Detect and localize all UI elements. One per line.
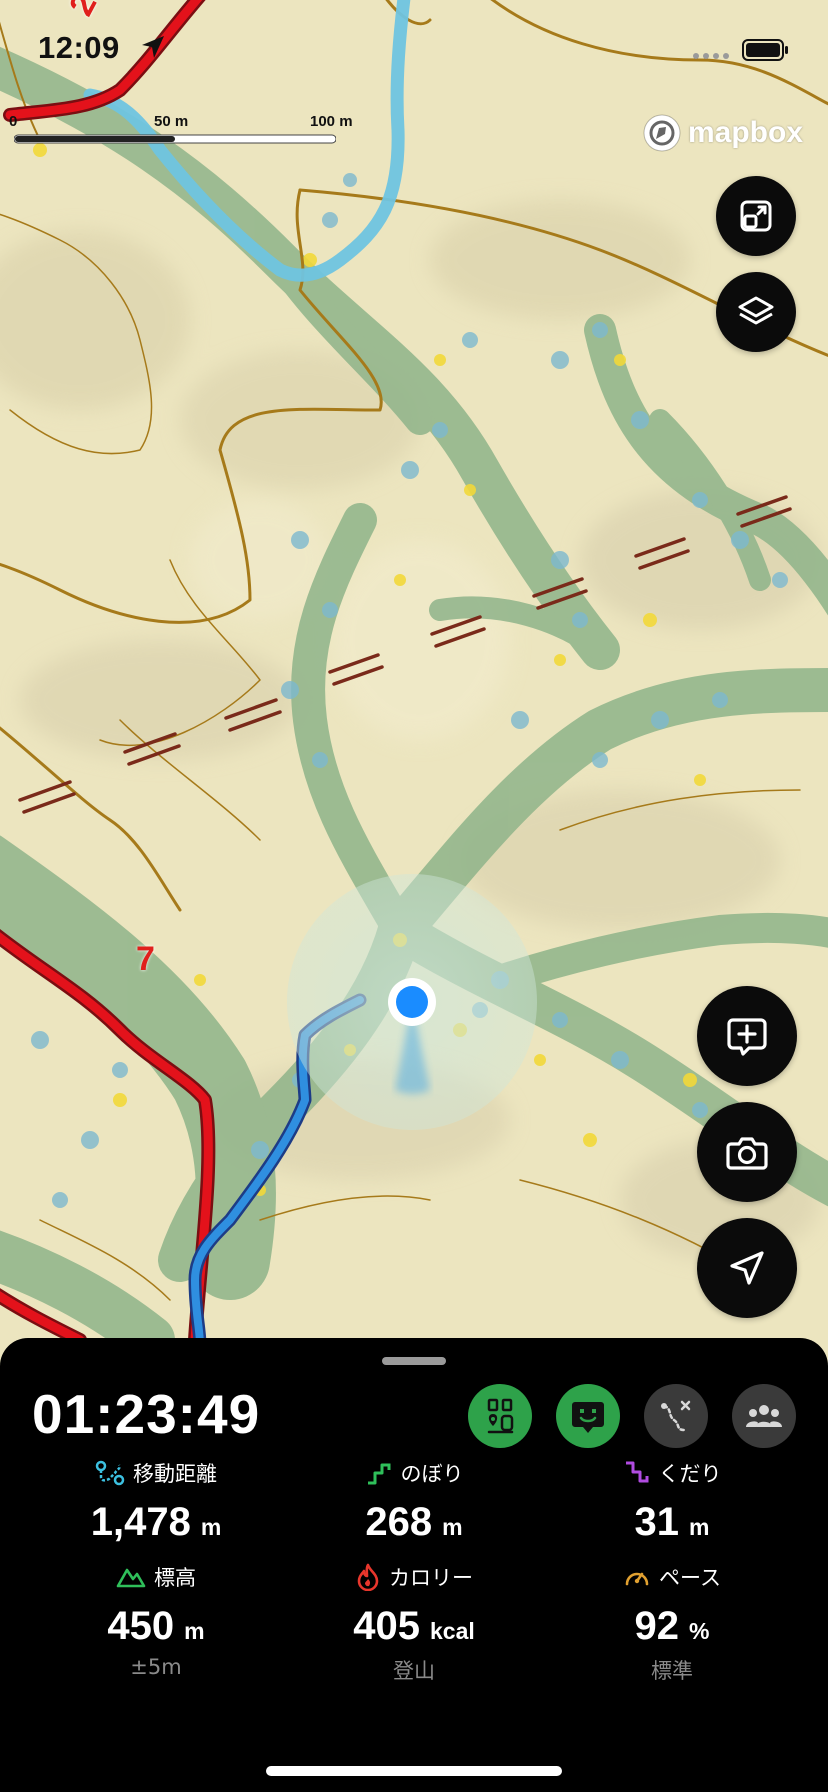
group-icon [746,1405,782,1427]
stat-elevation-value-group: 450 m [107,1604,204,1649]
mapbox-logo[interactable]: mapbox [642,110,803,156]
ascent-icon [367,1463,390,1485]
descent-icon [625,1461,648,1483]
locate-button[interactable] [697,1218,797,1318]
activity-panel: 01:23:49 移動距離 1,478 m のぼり 268 m くだり 31 m… [0,1338,828,1792]
stat-descent: くだり 31 m [534,1458,810,1545]
stat-elevation-unit: m [184,1618,205,1644]
add-memo-button[interactable] [697,986,797,1086]
layers-icon [738,296,774,325]
panel-grabber[interactable] [382,1357,446,1365]
stat-distance-header: 移動距離 [95,1458,217,1488]
route-plan-button[interactable] [468,1384,532,1448]
route-number-label: 7 [136,940,155,978]
stat-ascent-label: のぼり [400,1462,464,1486]
distance-icon [95,1460,125,1486]
stat-calories-activity-type: 登山 [393,1659,435,1683]
mapbox-logo-icon [643,114,681,152]
fullscreen-icon [740,200,772,232]
stat-elevation-header: 標高 [116,1562,196,1592]
stat-descent-header: くだり [623,1458,722,1488]
layers-button[interactable] [716,272,796,352]
stat-ascent-unit: m [442,1514,463,1540]
stat-distance-value: 1,478 [90,1500,191,1544]
stat-distance-unit: m [200,1514,222,1540]
fullscreen-button[interactable] [716,176,796,256]
stat-pace-unit: % [689,1618,710,1644]
stat-calories-value-group: 405 kcal [353,1604,475,1649]
flame-icon [357,1563,379,1591]
stat-ascent: のぼり 268 m [276,1458,552,1545]
elevation-icon [116,1568,146,1588]
camera-button[interactable] [697,1102,797,1202]
stat-ascent-value: 268 [365,1500,433,1544]
scale-label-zero: 0 [9,113,18,130]
camera-icon [726,1137,768,1170]
stat-elevation: 標高 450 m ±5m [18,1562,294,1679]
scale-label-50m: 50 m [154,113,189,130]
home-indicator[interactable] [266,1766,562,1776]
stat-descent-value-group: 31 m [635,1500,710,1545]
stat-ascent-value-group: 268 m [365,1500,462,1545]
stat-elevation-accuracy: ±5m [130,1655,182,1679]
route-plan-icon [487,1398,514,1434]
navigation-arrow-icon [730,1251,764,1285]
speedometer-icon [625,1572,649,1586]
stat-elevation-value: 450 [107,1604,175,1648]
status-time: 12:09 [38,30,120,65]
stat-elevation-label: 標高 [154,1566,196,1590]
face-chat-button[interactable] [556,1384,620,1448]
stat-descent-value: 31 [634,1500,680,1544]
stat-calories: カロリー 405 kcal 登山 [276,1562,552,1685]
scale-label-100m: 100 m [310,113,353,130]
stat-pace-rating: 標準 [651,1659,693,1683]
stat-calories-value: 405 [353,1604,420,1648]
stat-pace-value-group: 92 % [635,1604,710,1649]
stat-descent-unit: m [689,1514,710,1540]
stat-pace-label: ペース [659,1566,721,1590]
stat-calories-label: カロリー [389,1566,473,1590]
mapbox-wordmark: mapbox [688,116,804,149]
stat-descent-label: くだり [658,1462,722,1486]
group-button[interactable] [732,1384,796,1448]
add-memo-icon [727,1018,767,1056]
signal-dots-icon [693,53,729,59]
stat-distance-label: 移動距離 [133,1462,217,1486]
stat-distance-value-group: 1,478 m [91,1500,222,1545]
route-off-button[interactable] [644,1384,708,1448]
stat-calories-unit: kcal [429,1618,475,1644]
scale-bar [14,134,336,144]
face-chat-icon [572,1402,604,1433]
stat-calories-header: カロリー [355,1562,473,1592]
app-screen: 20 7 12:09 0 50 m 100 m mapbox [0,0,828,1792]
stat-ascent-header: のぼり [365,1458,464,1488]
stat-distance: 移動距離 1,478 m [18,1458,294,1545]
route-off-icon [661,1400,691,1432]
battery-icon [742,39,788,61]
elapsed-timer: 01:23:49 [32,1383,261,1445]
stat-pace-header: ペース [623,1562,721,1592]
location-arrow-icon [142,36,164,58]
stat-pace-value: 92 [634,1604,680,1648]
stat-pace: ペース 92 % 標準 [534,1562,810,1685]
